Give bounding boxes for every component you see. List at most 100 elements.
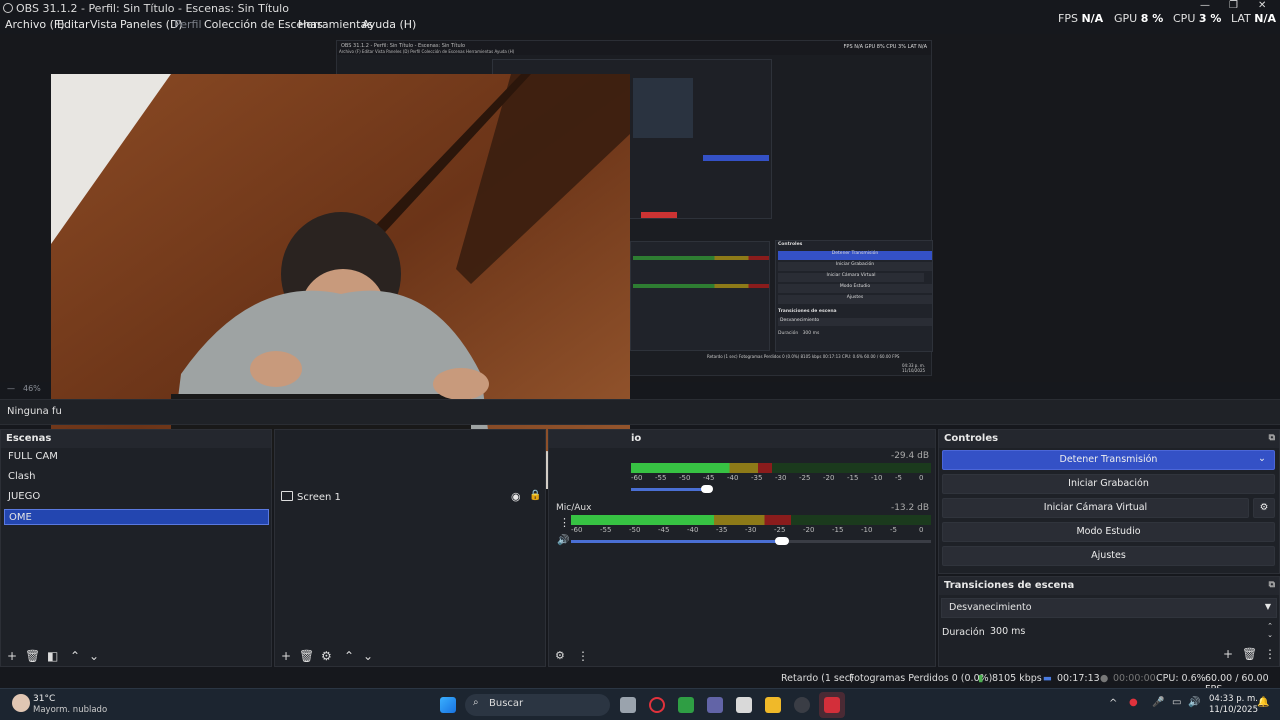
webcam-scene-illustration [51,74,630,489]
windows-start-icon[interactable] [440,697,456,713]
trash-icon[interactable]: 🗑 [299,649,314,663]
move-down-icon[interactable]: ⌄ [363,649,373,663]
kebab-menu-icon[interactable]: ⋮ [559,516,570,529]
nested-menu: Archivo (F) Editar Vista Paneles (D) Per… [339,49,515,54]
meter-scale-label: -50 [679,474,691,482]
scenes-header: Escenas [1,430,271,448]
meter-scale-label: -35 [751,474,763,482]
nested-clock: 04:33 p. m. 11/10/2025 [902,363,926,373]
file-explorer-icon[interactable] [765,697,781,713]
meter-scale-label: -55 [655,474,667,482]
menu-archivo[interactable]: Archivo (F) [5,18,65,31]
advanced-audio-icon[interactable]: ⚙ [555,649,565,662]
popout-icon[interactable]: ⧉ [1269,580,1275,590]
popout-icon[interactable]: ⧉ [1269,433,1275,443]
meter-scale-label: -45 [658,526,670,534]
obs-taskbar-icon[interactable] [794,697,810,713]
taskbar-time: 04:33 p. m. [1209,694,1258,704]
studio-mode-button[interactable]: Modo Estudio [942,522,1275,542]
tray-app-icon[interactable]: ● [1129,697,1138,708]
zoom-out-icon[interactable]: — [7,384,15,393]
trash-icon[interactable]: 🗑 [1242,647,1257,661]
speaker-icon[interactable]: 🔊 [557,535,569,546]
meter-scale-label: -60 [571,526,583,534]
channel-2-volume-handle[interactable] [775,537,789,545]
nested-controls-title: Controles [778,242,803,247]
stop-stream-button[interactable]: Detener Transmisión ⌄ [942,450,1275,470]
network-icon[interactable]: ▭ [1172,697,1181,708]
scene-item[interactable]: FULL CAM [4,449,269,465]
teams-icon[interactable] [707,697,723,713]
taskbar-search-box[interactable]: ⌕ Buscar [465,694,610,716]
meter-scale-label: -5 [890,526,897,534]
dropdown-arrow-icon: ▼ [1264,602,1271,611]
channel-1-meter-fill [631,463,772,473]
obs-logo-icon [3,3,13,13]
notifications-icon[interactable]: 🔔 [1257,697,1269,708]
minimize-button[interactable]: — [1200,0,1210,11]
stream-icon: ▬ [1043,673,1052,684]
channel-2-volume-track[interactable] [571,540,931,543]
lat-stat: LAT N/A [1231,12,1277,25]
weather-icon[interactable] [12,694,30,712]
xbox-icon[interactable] [678,697,694,713]
capcut-icon[interactable] [824,697,840,713]
kebab-menu-icon[interactable]: ⋮ [1264,647,1276,661]
meter-scale-label: -25 [799,474,811,482]
volume-icon[interactable]: 🔊 [1188,697,1200,708]
filter-icon[interactable]: ◧ [47,649,58,663]
delay-status: Retardo (1 sec) [781,673,854,684]
add-source-icon[interactable]: + [281,649,291,663]
start-virtual-camera-button[interactable]: Iniciar Cámara Virtual [942,498,1249,518]
settings-button[interactable]: Ajustes [942,546,1275,566]
opera-icon[interactable] [649,697,665,713]
move-up-icon[interactable]: ⌃ [344,649,354,663]
nested-settings-button: Ajustes [778,295,932,304]
chevron-up-icon[interactable]: ^ [1109,698,1117,709]
scenes-toolbar: + 🗑 ◧ ⌃ ⌄ [1,646,273,668]
gpu-stat: GPU 8 % [1114,12,1164,25]
webcam-source-image[interactable] [51,74,630,489]
chevron-down-icon[interactable]: ⌄ [1258,453,1266,464]
spin-arrows-icon[interactable]: ⌃ ⌄ [1267,622,1273,640]
channel-1-volume-track[interactable] [631,488,711,491]
add-transition-icon[interactable]: + [1223,647,1233,661]
meter-scale-label: -30 [745,526,757,534]
mic-icon[interactable]: 🎤 [1152,697,1164,708]
kebab-menu-icon[interactable]: ⋮ [577,649,589,663]
scene-item-selected[interactable]: OME [4,509,269,525]
scene-item[interactable]: JUEGO [4,489,269,505]
duration-spinbox[interactable]: 300 ms ⌃ ⌄ [987,622,1277,642]
channel-1-meter [631,463,931,473]
add-scene-icon[interactable]: + [7,649,17,663]
transition-select[interactable]: Desvanecimiento ▼ [941,598,1277,618]
source-toolbar: Ninguna fu [0,399,1280,425]
windows-taskbar: 31°C Mayorm. nublado ⌕ Buscar ^ ● 🎤 ▭ 🔊 … [0,688,1280,720]
store-icon[interactable] [736,697,752,713]
move-down-icon[interactable]: ⌄ [89,649,99,663]
task-view-icon[interactable] [620,697,636,713]
gear-icon[interactable]: ⚙ [321,649,332,663]
source-item[interactable]: Screen 1 [297,492,341,503]
maximize-button[interactable]: ❐ [1229,0,1238,11]
move-up-icon[interactable]: ⌃ [70,649,80,663]
no-source-label: Ninguna fu [7,406,62,417]
record-icon: ● [1100,673,1109,684]
zoom-level: 46% [23,384,41,393]
eye-icon[interactable]: ◉ [511,490,521,503]
menu-editar[interactable]: Editar [57,18,90,31]
menu-ayuda[interactable]: Ayuda (H) [362,18,416,31]
nested-transition-select: Desvanecimiento [778,318,932,326]
taskbar-date: 11/10/2025 [1209,705,1258,715]
cpu-stat: CPU 3 % [1173,12,1222,25]
lock-icon[interactable]: 🔒 [529,490,541,501]
channel-1-volume-handle[interactable] [701,485,713,493]
virtual-camera-gear-icon[interactable]: ⚙ [1253,498,1275,518]
menu-vista[interactable]: Vista [90,18,117,31]
trash-icon[interactable]: 🗑 [25,649,40,663]
start-recording-button[interactable]: Iniciar Grabación [942,474,1275,494]
audio-mixer-dock: io -29.4 dB -60 -55 -50 -45 -40 -35 -30 -25 -20-… [548,429,936,667]
scene-item[interactable]: Clash [4,469,269,485]
close-button[interactable]: ✕ [1258,0,1266,11]
nested-meter-1 [633,256,769,260]
